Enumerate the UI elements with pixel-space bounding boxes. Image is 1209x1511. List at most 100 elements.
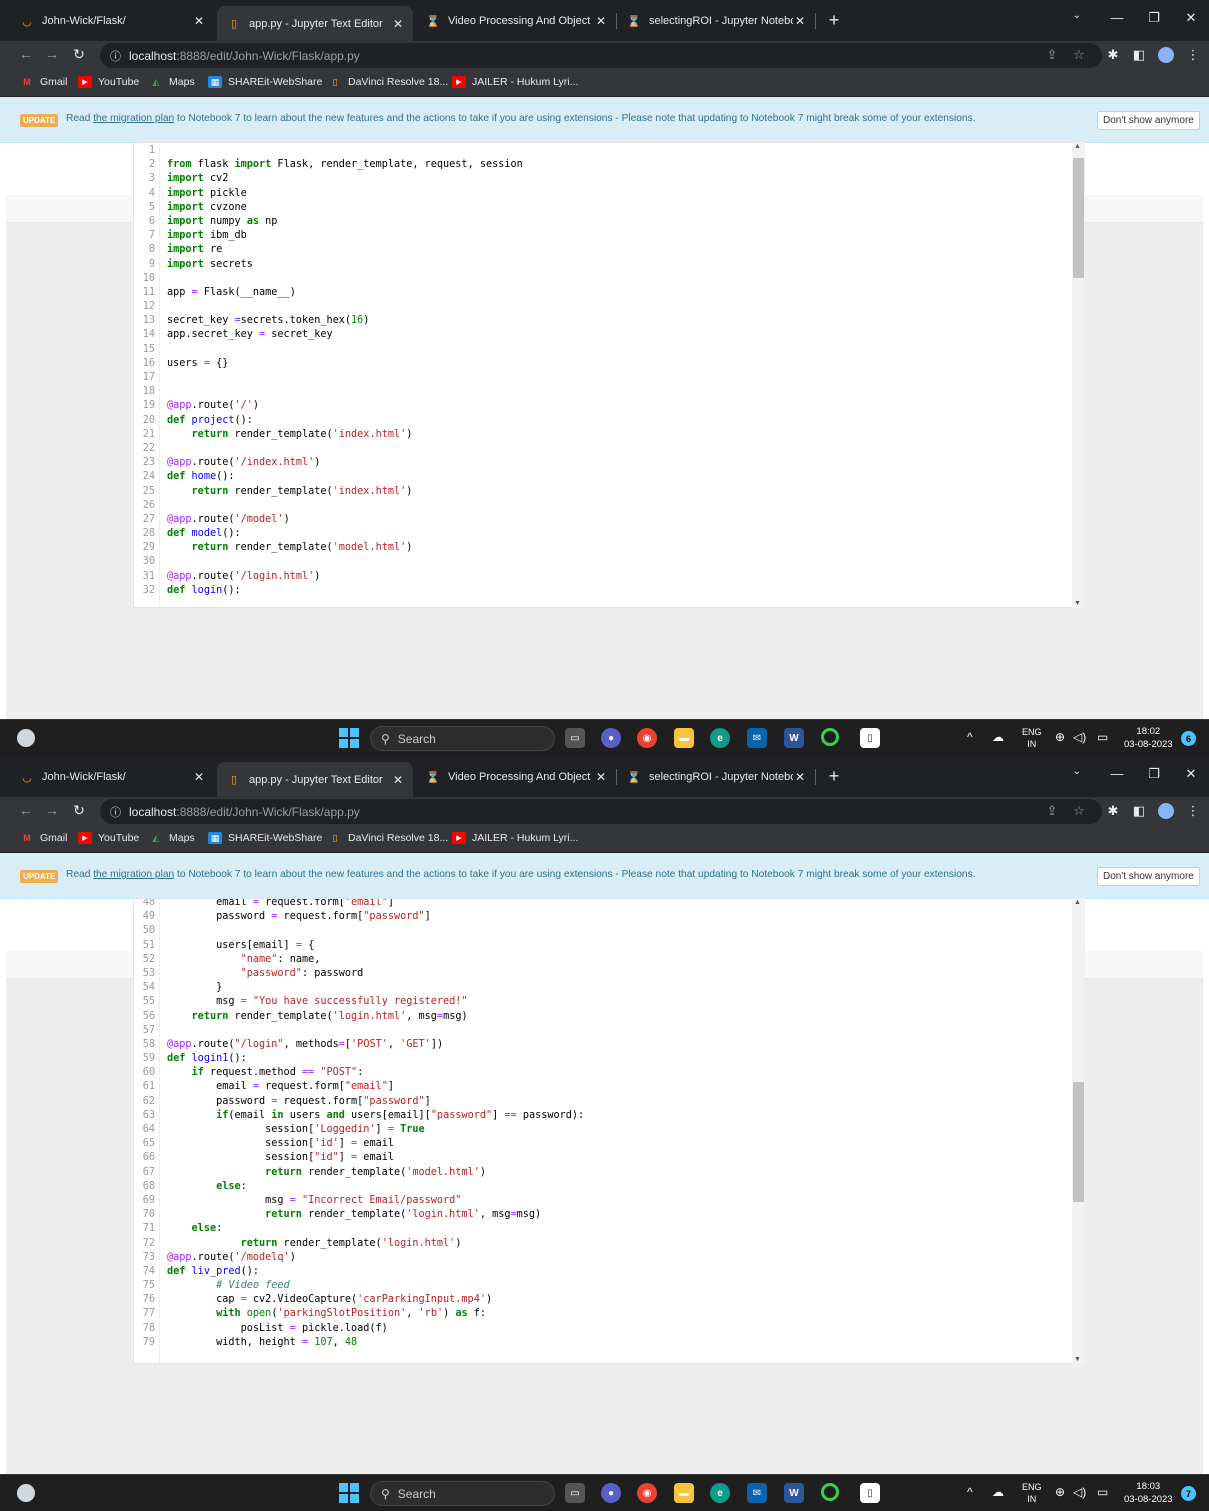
- bookmark-gmail[interactable]: M Gmail: [20, 832, 67, 844]
- bookmark-maps[interactable]: ◭ Maps: [149, 76, 195, 88]
- code-line[interactable]: 1: [134, 144, 1064, 158]
- start-button[interactable]: [339, 1483, 359, 1503]
- profile-avatar[interactable]: [1157, 803, 1175, 822]
- code-line[interactable]: 23 @app.route('/index.html'): [134, 456, 1064, 470]
- notepad-icon[interactable]: ▯: [860, 728, 880, 748]
- scrollbar-thumb[interactable]: [1073, 158, 1084, 278]
- scroll-up-icon[interactable]: ▲: [1074, 899, 1081, 906]
- side-panel-icon[interactable]: ◧: [1130, 47, 1148, 63]
- bookmark-maps[interactable]: ◭ Maps: [149, 832, 195, 844]
- file-explorer-icon[interactable]: ▬: [674, 728, 694, 748]
- code-line[interactable]: 79 width, height = 107, 48: [134, 1336, 1064, 1350]
- code-line[interactable]: 24 def home():: [134, 470, 1064, 484]
- code-line[interactable]: 13 secret_key =secrets.token_hex(16): [134, 314, 1064, 328]
- globe-icon[interactable]: ⊕: [1055, 730, 1065, 744]
- tab-github[interactable]: ◡ John-Wick/Flask/ ✕: [10, 8, 214, 34]
- code-line[interactable]: 17: [134, 371, 1064, 385]
- task-view-icon[interactable]: ▭: [565, 728, 585, 748]
- editor-scrollbar[interactable]: ▲ ▼: [1072, 142, 1085, 608]
- code-editor[interactable]: 48 email = request.form["email"] 49 passw…: [133, 898, 1085, 1364]
- file-explorer-icon[interactable]: ▬: [674, 1483, 694, 1503]
- extensions-icon[interactable]: ✱: [1104, 803, 1122, 819]
- migration-plan-link[interactable]: the migration plan: [93, 113, 174, 124]
- code-line[interactable]: 22: [134, 442, 1064, 456]
- dont-show-anymore-button[interactable]: Don't show anymore: [1097, 867, 1200, 886]
- code-line[interactable]: 5 import cvzone: [134, 201, 1064, 215]
- notepad-icon[interactable]: ▯: [860, 1483, 880, 1503]
- code-line[interactable]: 4 import pickle: [134, 187, 1064, 201]
- side-panel-icon[interactable]: ◧: [1130, 803, 1148, 819]
- code-line[interactable]: 77 with open('parkingSlotPosition', 'rb'…: [134, 1307, 1064, 1321]
- menu-kebab-icon[interactable]: ⋮: [1184, 47, 1202, 63]
- close-tab-icon[interactable]: ✕: [594, 770, 608, 784]
- code-line[interactable]: 50: [134, 924, 1064, 938]
- tab-app-py[interactable]: ▯ app.py - Jupyter Text Editor ✕: [217, 6, 413, 41]
- code-line[interactable]: 54 }: [134, 981, 1064, 995]
- code-line[interactable]: 27 @app.route('/model'): [134, 513, 1064, 527]
- tab-selecting-roi[interactable]: ⌛ selectingROI - Jupyter Notebook ✕: [617, 8, 815, 34]
- word-icon[interactable]: W: [784, 728, 804, 748]
- code-line[interactable]: 57: [134, 1024, 1064, 1038]
- address-bar[interactable]: ⓘ localhost:8888/edit/John-Wick/Flask/ap…: [100, 799, 1102, 824]
- edge-icon[interactable]: e: [710, 1483, 730, 1503]
- code-line[interactable]: 49 password = request.form["password"]: [134, 910, 1064, 924]
- notification-badge[interactable]: 7: [1181, 1486, 1196, 1501]
- code-line[interactable]: 53 "password": password: [134, 967, 1064, 981]
- bookmark-star-icon[interactable]: ☆: [1070, 47, 1088, 63]
- weather-icon[interactable]: [17, 729, 35, 747]
- code-line[interactable]: 63 if(email in users and users[email]["p…: [134, 1109, 1064, 1123]
- code-line[interactable]: 48 email = request.form["email"]: [134, 899, 1064, 910]
- share-icon[interactable]: ⇪: [1043, 47, 1061, 63]
- tab-video-processing[interactable]: ⌛ Video Processing And Object Det ✕: [416, 764, 616, 790]
- close-window-icon[interactable]: ✕: [1181, 766, 1201, 782]
- code-line[interactable]: 65 session['id'] = email: [134, 1137, 1064, 1151]
- code-line[interactable]: 68 else:: [134, 1180, 1064, 1194]
- minimize-icon[interactable]: —: [1107, 10, 1127, 25]
- chrome-icon[interactable]: ◉: [637, 1483, 657, 1503]
- code-line[interactable]: 18: [134, 385, 1064, 399]
- close-tab-icon[interactable]: ✕: [192, 14, 206, 28]
- code-line[interactable]: 25 return render_template('index.html'): [134, 485, 1064, 499]
- weather-icon[interactable]: [17, 1484, 35, 1502]
- code-line[interactable]: 2 from flask import Flask, render_templat…: [134, 158, 1064, 172]
- code-line[interactable]: 73 @app.route('/modelq'): [134, 1251, 1064, 1265]
- code-line[interactable]: 19 @app.route('/'): [134, 399, 1064, 413]
- battery-icon[interactable]: ▭: [1097, 1485, 1108, 1499]
- new-tab-icon[interactable]: +: [824, 766, 844, 787]
- code-line[interactable]: 64 session['Loggedin'] = True: [134, 1123, 1064, 1137]
- profile-avatar[interactable]: [1157, 47, 1175, 66]
- scroll-down-icon[interactable]: ▼: [1074, 1356, 1081, 1363]
- code-line[interactable]: 69 msg = "Incorrect Email/password": [134, 1194, 1064, 1208]
- bookmark-shareit[interactable]: ▦ SHAREit-WebShare: [208, 76, 322, 88]
- reload-icon[interactable]: ↻: [70, 46, 88, 63]
- code-line[interactable]: 21 return render_template('index.html'): [134, 428, 1064, 442]
- spinner-app-icon[interactable]: [821, 728, 839, 746]
- back-icon[interactable]: ←: [17, 802, 35, 818]
- tab-selecting-roi[interactable]: ⌛ selectingROI - Jupyter Notebook ✕: [617, 764, 815, 790]
- dont-show-anymore-button[interactable]: Don't show anymore: [1097, 111, 1200, 130]
- code-line[interactable]: 71 else:: [134, 1222, 1064, 1236]
- bookmark-shareit[interactable]: ▦ SHAREit-WebShare: [208, 832, 322, 844]
- close-tab-icon[interactable]: ✕: [594, 14, 608, 28]
- bookmark-star-icon[interactable]: ☆: [1070, 803, 1088, 819]
- code-line[interactable]: 30: [134, 555, 1064, 569]
- clock[interactable]: 18:02 03-08-2023: [1124, 725, 1173, 751]
- migration-plan-link[interactable]: the migration plan: [93, 869, 174, 880]
- code-line[interactable]: 62 password = request.form["password"]: [134, 1095, 1064, 1109]
- code-line[interactable]: 76 cap = cv2.VideoCapture('carParkingInp…: [134, 1293, 1064, 1307]
- code-line[interactable]: 55 msg = "You have successfully register…: [134, 995, 1064, 1009]
- code-line[interactable]: 72 return render_template('login.html'): [134, 1237, 1064, 1251]
- editor-scrollbar[interactable]: ▲ ▼: [1072, 898, 1085, 1364]
- tab-search-icon[interactable]: ⌄: [1067, 10, 1087, 21]
- bookmark-davinci[interactable]: ▯ DaVinci Resolve 18...: [328, 76, 449, 88]
- code-line[interactable]: 78 posList = pickle.load(f): [134, 1322, 1064, 1336]
- code-line[interactable]: 67 return render_template('model.html'): [134, 1166, 1064, 1180]
- code-line[interactable]: 11 app = Flask(__name__): [134, 286, 1064, 300]
- spinner-app-icon[interactable]: [821, 1483, 839, 1501]
- back-icon[interactable]: ←: [17, 46, 35, 62]
- edge-icon[interactable]: e: [710, 728, 730, 748]
- task-view-icon[interactable]: ▭: [565, 1483, 585, 1503]
- code-line[interactable]: 8 import re: [134, 243, 1064, 257]
- code-line[interactable]: 16 users = {}: [134, 357, 1064, 371]
- code-line[interactable]: 15: [134, 343, 1064, 357]
